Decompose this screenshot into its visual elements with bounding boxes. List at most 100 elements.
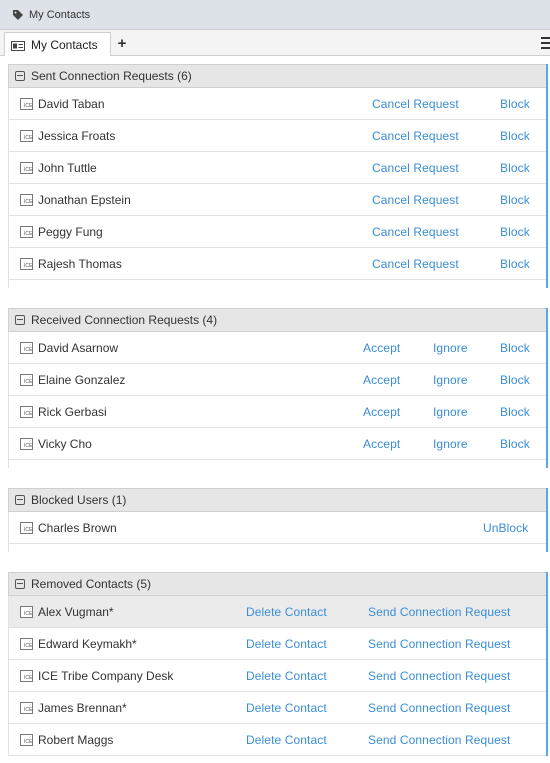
section-spacer [8, 460, 546, 468]
ice-contact-icon: ICE [20, 130, 33, 142]
ignore-link[interactable]: Ignore [433, 428, 468, 460]
contact-name: David Asarnow [38, 341, 119, 355]
block-link[interactable]: Block [500, 120, 530, 152]
section-header[interactable]: Blocked Users (1) [8, 488, 546, 512]
ice-contact-icon: ICE [20, 702, 33, 714]
collapse-icon[interactable] [15, 315, 25, 325]
list-item: ICE Peggy Fung Cancel Request Block [8, 216, 546, 248]
send-connection-request-link[interactable]: Send Connection Request [368, 724, 510, 756]
collapse-icon[interactable] [15, 71, 25, 81]
send-connection-request-link[interactable]: Send Connection Request [368, 628, 510, 660]
list-item: ICE Elaine Gonzalez Accept Ignore Block [8, 364, 546, 396]
cancel-request-link[interactable]: Cancel Request [372, 184, 459, 216]
send-connection-request-link[interactable]: Send Connection Request [368, 596, 510, 628]
block-link[interactable]: Block [500, 428, 530, 460]
section-received-requests: Received Connection Requests (4) ICE Davi… [8, 308, 548, 468]
list-item: ICE Jonathan Epstein Cancel Request Block [8, 184, 546, 216]
list-item: ICE ICE Tribe Company Desk Delete Contact… [8, 660, 546, 692]
ice-contact-icon: ICE [20, 258, 33, 270]
contact-name: John Tuttle [38, 161, 97, 175]
section-header[interactable]: Removed Contacts (5) [8, 572, 546, 596]
block-link[interactable]: Block [500, 364, 530, 396]
delete-contact-link[interactable]: Delete Contact [246, 596, 327, 628]
accept-link[interactable]: Accept [363, 396, 400, 428]
block-link[interactable]: Block [500, 88, 530, 120]
unblock-link[interactable]: UnBlock [483, 512, 528, 544]
section-title: Received Connection Requests (4) [31, 313, 218, 327]
collapse-icon[interactable] [15, 579, 25, 589]
section-title: Sent Connection Requests (6) [31, 69, 192, 83]
contact-name: ICE Tribe Company Desk [38, 669, 174, 683]
block-link[interactable]: Block [500, 216, 530, 248]
list-item: ICE Rajesh Thomas Cancel Request Block [8, 248, 546, 280]
list-item: ICE Jessica Froats Cancel Request Block [8, 120, 546, 152]
block-link[interactable]: Block [500, 184, 530, 216]
list-item: ICE Robert Maggs Delete Contact Send Conn… [8, 724, 546, 756]
block-link[interactable]: Block [500, 152, 530, 184]
contact-name: Vicky Cho [38, 437, 92, 451]
ice-contact-icon: ICE [20, 226, 33, 238]
send-connection-request-link[interactable]: Send Connection Request [368, 692, 510, 724]
contact-name: James Brennan* [38, 701, 127, 715]
tag-icon [12, 9, 24, 21]
delete-contact-link[interactable]: Delete Contact [246, 660, 327, 692]
block-link[interactable]: Block [500, 332, 530, 364]
list-item: ICE Vicky Cho Accept Ignore Block [8, 428, 546, 460]
cancel-request-link[interactable]: Cancel Request [372, 216, 459, 248]
contact-name: Elaine Gonzalez [38, 373, 126, 387]
block-link[interactable]: Block [500, 248, 530, 280]
hamburger-menu-icon[interactable] [541, 37, 550, 49]
delete-contact-link[interactable]: Delete Contact [246, 628, 327, 660]
section-spacer [8, 544, 546, 552]
ignore-link[interactable]: Ignore [433, 332, 468, 364]
contact-name: Jessica Froats [38, 129, 116, 143]
delete-contact-link[interactable]: Delete Contact [246, 724, 327, 756]
plus-icon[interactable]: + [115, 33, 129, 53]
accept-link[interactable]: Accept [363, 332, 400, 364]
list-item: ICE John Tuttle Cancel Request Block [8, 152, 546, 184]
ice-contact-icon: ICE [20, 194, 33, 206]
collapse-icon[interactable] [15, 495, 25, 505]
cancel-request-link[interactable]: Cancel Request [372, 248, 459, 280]
ice-contact-icon: ICE [20, 406, 33, 418]
send-connection-request-link[interactable]: Send Connection Request [368, 660, 510, 692]
list-item: ICE James Brennan* Delete Contact Send Co… [8, 692, 546, 724]
accept-link[interactable]: Accept [363, 364, 400, 396]
list-item: ICE David Taban Cancel Request Block [8, 88, 546, 120]
contact-card-icon [11, 40, 25, 51]
delete-contact-link[interactable]: Delete Contact [246, 692, 327, 724]
cancel-request-link[interactable]: Cancel Request [372, 152, 459, 184]
tab-my-contacts[interactable]: My Contacts [4, 32, 111, 56]
contact-name: Edward Keymakh* [38, 637, 137, 651]
contact-name: Rajesh Thomas [38, 257, 122, 271]
cancel-request-link[interactable]: Cancel Request [372, 120, 459, 152]
section-header[interactable]: Sent Connection Requests (6) [8, 64, 546, 88]
tab-label: My Contacts [31, 37, 98, 52]
section-removed-contacts: Removed Contacts (5) ICE Alex Vugman* Del… [8, 572, 548, 756]
ice-contact-icon: ICE [20, 638, 33, 650]
contact-name: David Taban [38, 97, 105, 111]
ice-contact-icon: ICE [20, 606, 33, 618]
section-title: Removed Contacts (5) [31, 577, 152, 591]
ice-contact-icon: ICE [20, 98, 33, 110]
list-item: ICE David Asarnow Accept Ignore Block [8, 332, 546, 364]
ignore-link[interactable]: Ignore [433, 396, 468, 428]
ice-contact-icon: ICE [20, 162, 33, 174]
list-item: ICE Rick Gerbasi Accept Ignore Block [8, 396, 546, 428]
section-sent-requests: Sent Connection Requests (6) ICE David Ta… [8, 64, 548, 288]
contact-name: Robert Maggs [38, 733, 114, 747]
section-title: Blocked Users (1) [31, 493, 127, 507]
ice-contact-icon: ICE [20, 374, 33, 386]
section-spacer [8, 280, 546, 288]
contact-name: Peggy Fung [38, 225, 103, 239]
list-item: ICE Edward Keymakh* Delete Contact Send C… [8, 628, 546, 660]
cancel-request-link[interactable]: Cancel Request [372, 88, 459, 120]
ice-contact-icon: ICE [20, 734, 33, 746]
ice-contact-icon: ICE [20, 438, 33, 450]
accept-link[interactable]: Accept [363, 428, 400, 460]
contacts-content: Sent Connection Requests (6) ICE David Ta… [8, 64, 548, 756]
contact-name: Alex Vugman* [38, 605, 114, 619]
block-link[interactable]: Block [500, 396, 530, 428]
section-header[interactable]: Received Connection Requests (4) [8, 308, 546, 332]
ignore-link[interactable]: Ignore [433, 364, 468, 396]
